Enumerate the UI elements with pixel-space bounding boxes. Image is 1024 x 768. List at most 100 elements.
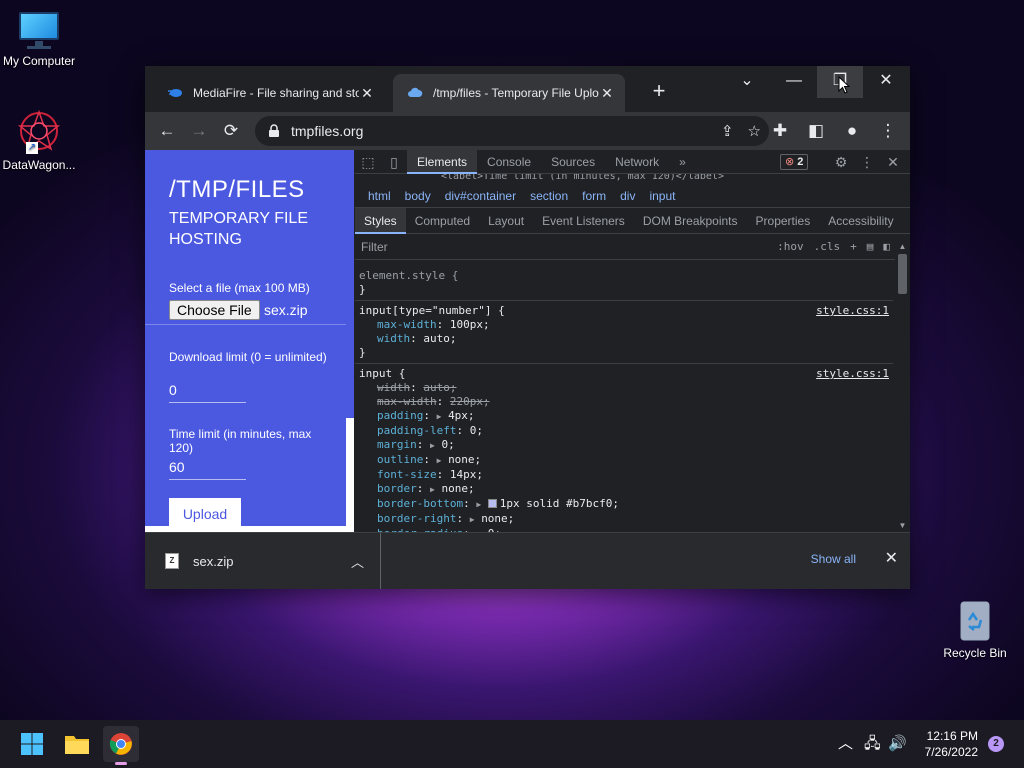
- breadcrumb-body[interactable]: body: [398, 189, 438, 203]
- styles-filter-input[interactable]: Filter: [361, 240, 388, 254]
- computer-icon: [17, 10, 61, 50]
- tab-tmpfiles[interactable]: /tmp/files - Temporary File Uploa ✕: [393, 74, 625, 112]
- time-limit-input[interactable]: 60: [169, 455, 246, 480]
- devtools-tab-network[interactable]: Network: [605, 150, 669, 174]
- subtab-styles[interactable]: Styles: [355, 207, 406, 234]
- file-explorer-button[interactable]: [59, 726, 95, 762]
- profile-icon[interactable]: ●: [836, 115, 868, 147]
- rule-close: }: [359, 283, 366, 296]
- hover-state-toggle[interactable]: :hov: [777, 240, 804, 253]
- rule-source-link[interactable]: style.css:1: [816, 367, 889, 380]
- breadcrumb-section[interactable]: section: [523, 189, 575, 203]
- device-toolbar-icon[interactable]: ▯: [381, 150, 407, 174]
- tab-strip: MediaFire - File sharing and stora ✕ /tm…: [145, 66, 910, 112]
- breadcrumb-input[interactable]: input: [642, 189, 682, 203]
- side-panel-icon[interactable]: ◧: [800, 115, 832, 147]
- devtools-tab-elements[interactable]: Elements: [407, 149, 478, 174]
- rule-source-link[interactable]: style.css:1: [816, 304, 889, 317]
- scroll-up-icon[interactable]: ▲: [895, 242, 910, 251]
- mouse-cursor-icon: [838, 76, 850, 94]
- extensions-icon[interactable]: ✚: [764, 115, 796, 147]
- desktop-icon-datawagon[interactable]: ↗ DataWagon...: [0, 108, 78, 172]
- download-item[interactable]: Z sex.zip ︿: [145, 533, 381, 589]
- close-tab-icon[interactable]: ✕: [599, 85, 615, 102]
- devtools-tab-console[interactable]: Console: [477, 150, 541, 174]
- class-toggle[interactable]: .cls: [814, 240, 841, 253]
- css-declaration[interactable]: border: ▶ none;: [359, 482, 889, 497]
- devtools-menu-icon[interactable]: ⋮: [854, 150, 880, 174]
- taskbar: ︿ 🖧 🔊 12:16 PM 7/26/2022 2: [0, 720, 1024, 768]
- more-tabs-icon[interactable]: »: [669, 150, 696, 174]
- subtab-properties[interactable]: Properties: [747, 208, 820, 234]
- folder-icon: [65, 736, 89, 754]
- close-tab-icon[interactable]: ✕: [359, 85, 375, 102]
- css-declaration[interactable]: border-right: ▶ none;: [359, 512, 889, 527]
- minimize-button[interactable]: —: [771, 66, 817, 98]
- chevron-up-icon[interactable]: ︿: [351, 552, 364, 571]
- menu-icon[interactable]: ⋮: [872, 115, 904, 147]
- bookmark-star-icon[interactable]: ☆: [748, 122, 761, 140]
- select-file-label: Select a file (max 100 MB): [169, 281, 310, 295]
- error-count-badge[interactable]: ⊗ 2: [780, 154, 809, 170]
- breadcrumb-container[interactable]: div#container: [438, 189, 523, 203]
- styles-scrollbar[interactable]: ▲ ▼: [895, 242, 910, 532]
- color-swatch[interactable]: [487, 499, 497, 508]
- rule-selector: input {: [359, 367, 406, 380]
- back-icon[interactable]: ←: [151, 115, 183, 147]
- subtab-computed[interactable]: Computed: [406, 208, 479, 234]
- address-bar[interactable]: tmpfiles.org ⇪ ☆: [255, 116, 769, 146]
- volume-icon[interactable]: 🔊: [888, 720, 907, 768]
- css-declaration[interactable]: width: auto;: [359, 381, 889, 395]
- new-tab-button[interactable]: +: [645, 78, 673, 106]
- chrome-taskbar-button[interactable]: [103, 726, 139, 765]
- share-icon[interactable]: ⇪: [721, 122, 734, 140]
- clock[interactable]: 12:16 PM 7/26/2022: [925, 728, 978, 760]
- css-declaration[interactable]: max-width: 100px;: [359, 318, 889, 332]
- network-icon[interactable]: 🖧: [864, 720, 881, 768]
- subtab-dom-breakpoints[interactable]: DOM Breakpoints: [634, 208, 747, 234]
- new-style-rule-icon[interactable]: +: [850, 240, 857, 253]
- styles-pane: element.style { } input[type="number"] {…: [355, 266, 893, 532]
- divider: [145, 324, 346, 325]
- show-hidden-icons-chevron-up-icon[interactable]: ︿: [838, 720, 853, 768]
- breadcrumb-form[interactable]: form: [575, 189, 613, 203]
- breadcrumb-html[interactable]: html: [361, 189, 398, 203]
- inspect-element-icon[interactable]: ⬚: [355, 150, 381, 174]
- css-declaration[interactable]: padding: ▶ 4px;: [359, 409, 889, 424]
- subtab-layout[interactable]: Layout: [479, 208, 533, 234]
- css-declaration[interactable]: outline: ▶ none;: [359, 453, 889, 468]
- css-declaration[interactable]: padding-left: 0;: [359, 424, 889, 438]
- tab-search-icon[interactable]: ⌄: [724, 66, 770, 98]
- sidebar-toggle-icon[interactable]: ◧: [883, 240, 890, 253]
- css-declaration[interactable]: width: auto;: [359, 332, 889, 346]
- close-window-button[interactable]: ✕: [863, 66, 909, 98]
- lock-icon: [269, 124, 279, 137]
- settings-gear-icon[interactable]: ⚙: [828, 150, 854, 174]
- forward-icon[interactable]: →: [183, 115, 215, 147]
- subtab-accessibility[interactable]: Accessibility: [819, 208, 902, 234]
- devtools-tab-sources[interactable]: Sources: [541, 150, 605, 174]
- reload-icon[interactable]: ⟳: [215, 115, 247, 147]
- tab-mediafire[interactable]: MediaFire - File sharing and stora ✕: [153, 74, 385, 112]
- desktop-icon-label: DataWagon...: [2, 158, 76, 172]
- desktop-icon-my-computer[interactable]: My Computer: [0, 10, 78, 68]
- breadcrumb-div[interactable]: div: [613, 189, 642, 203]
- close-download-bar-icon[interactable]: ✕: [885, 548, 898, 568]
- upload-button[interactable]: Upload: [169, 498, 241, 528]
- css-declaration[interactable]: margin: ▶ 0;: [359, 438, 889, 453]
- show-all-link[interactable]: Show all: [811, 552, 856, 566]
- scrollbar-thumb[interactable]: [898, 254, 907, 294]
- subtab-event-listeners[interactable]: Event Listeners: [533, 208, 634, 234]
- css-declaration[interactable]: max-width: 220px;: [359, 395, 889, 409]
- download-limit-input[interactable]: 0: [169, 378, 246, 403]
- scroll-down-icon[interactable]: ▼: [895, 521, 910, 530]
- css-declaration[interactable]: border-bottom: ▶ 1px solid #b7bcf0;: [359, 497, 889, 512]
- notification-badge[interactable]: 2: [988, 736, 1004, 752]
- css-declaration[interactable]: font-size: 14px;: [359, 468, 889, 482]
- desktop-icon-recycle-bin[interactable]: Recycle Bin: [936, 598, 1014, 660]
- paint-icon[interactable]: ▤: [867, 240, 874, 253]
- start-button[interactable]: [14, 726, 50, 762]
- close-devtools-icon[interactable]: ✕: [880, 150, 906, 174]
- download-limit-label: Download limit (0 = unlimited): [169, 350, 327, 364]
- choose-file-button[interactable]: Choose File: [169, 300, 260, 320]
